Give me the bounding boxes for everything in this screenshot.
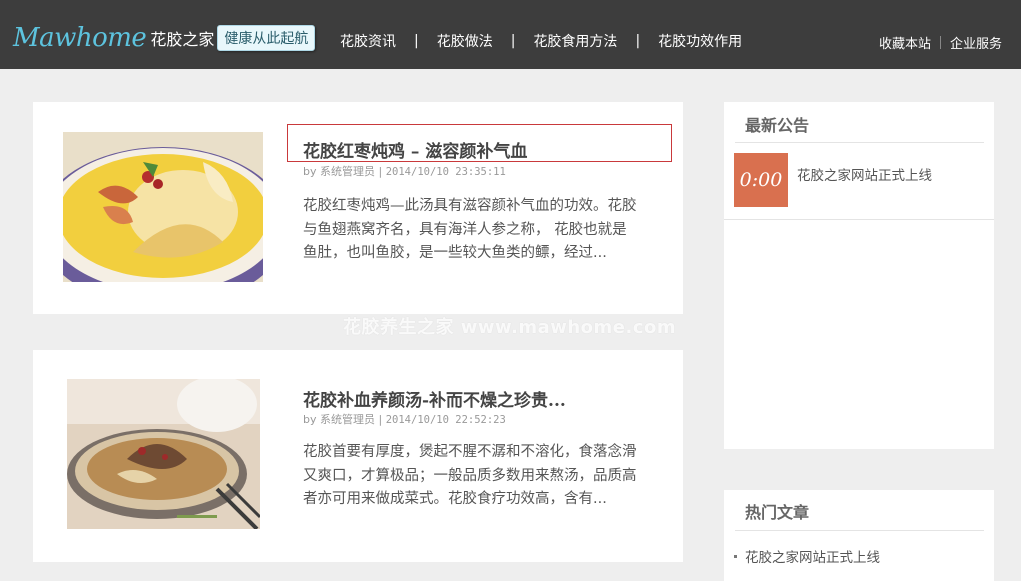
panel-title: 最新公告 [745, 116, 810, 135]
hot-article-item[interactable]: 花胶之家网站正式上线 [734, 546, 880, 566]
latest-notice-panel: 最新公告 0:00 花胶之家网站正式上线 [724, 102, 994, 449]
soup-bowl-image [67, 379, 260, 529]
logo-wordmark: Mawhome [13, 23, 147, 53]
article-title[interactable]: 花胶补血养颜汤-补而不燥之珍贵... [303, 386, 566, 411]
nav-separator: | [414, 33, 419, 49]
notice-text[interactable]: 花胶之家网站正式上线 [797, 164, 932, 184]
article-thumbnail[interactable] [63, 132, 263, 282]
article-excerpt: 花胶首要有厚度，煲起不腥不潺和不溶化，食落念滑又爽口，才算极品；一般品质多数用来… [303, 444, 637, 507]
article-author: by 系统管理员 [303, 165, 375, 178]
panel-title: 热门文章 [745, 503, 810, 522]
notice-time-badge: 0:00 [734, 153, 788, 207]
bookmark-site-link[interactable]: 收藏本站 [870, 33, 940, 52]
nav-item-usage[interactable]: 花胶食用方法 [523, 31, 627, 51]
nav-item-benefits[interactable]: 花胶功效作用 [648, 31, 752, 51]
hot-articles-panel: 热门文章 花胶之家网站正式上线 [724, 490, 994, 581]
bullet-icon [734, 554, 737, 558]
site-header: Mawhome 花胶之家 健康从此起航 花胶资讯 | 花胶做法 | 花胶食用方法… [0, 0, 1021, 69]
nav-separator: | [635, 33, 641, 49]
article-thumbnail[interactable] [67, 379, 260, 529]
panel-divider [735, 530, 984, 531]
article-card: 花胶补血养颜汤-补而不燥之珍贵... by 系统管理员 | 2014/10/10… [33, 350, 683, 562]
article-meta: by 系统管理员 | 2014/10/10 22:52:23 [303, 411, 506, 427]
hot-article-link[interactable]: 花胶之家网站正式上线 [745, 546, 880, 566]
logo-slogan-badge: 健康从此起航 [217, 25, 316, 51]
article-time: 2014/10/10 22:52:23 [385, 414, 506, 426]
meta-separator: | [378, 413, 383, 426]
article-excerpt: 花胶红枣炖鸡—此汤具有滋容颜补气血的功效。花胶与鱼翅燕窝齐名，具有海洋人参之称，… [303, 198, 637, 261]
chicken-soup-image [63, 132, 263, 282]
article-time: 2014/10/10 23:35:11 [385, 166, 506, 178]
meta-separator: | [378, 165, 383, 178]
article-meta: by 系统管理员 | 2014/10/10 23:35:11 [303, 163, 506, 179]
main-nav: 花胶资讯 | 花胶做法 | 花胶食用方法 | 花胶功效作用 [330, 31, 752, 51]
site-watermark: 花胶养生之家 www.mawhome.com [343, 317, 677, 338]
nav-separator: | [510, 33, 516, 49]
nav-item-news[interactable]: 花胶资讯 [330, 31, 406, 51]
article-author: by 系统管理员 [303, 413, 375, 426]
enterprise-service-link[interactable]: 企业服务 [941, 33, 1011, 52]
nav-item-recipes[interactable]: 花胶做法 [427, 31, 503, 51]
logo-site-name: 花胶之家 [150, 30, 215, 49]
article-card: 花胶红枣炖鸡 – 滋容颜补气血 by 系统管理员 | 2014/10/10 23… [33, 102, 683, 314]
header-right-links: 收藏本站 企业服务 [870, 33, 1011, 52]
article-title[interactable]: 花胶红枣炖鸡 – 滋容颜补气血 [303, 137, 527, 162]
notice-item[interactable]: 0:00 花胶之家网站正式上线 [724, 143, 994, 220]
site-logo[interactable]: Mawhome 花胶之家 健康从此起航 [13, 20, 316, 56]
